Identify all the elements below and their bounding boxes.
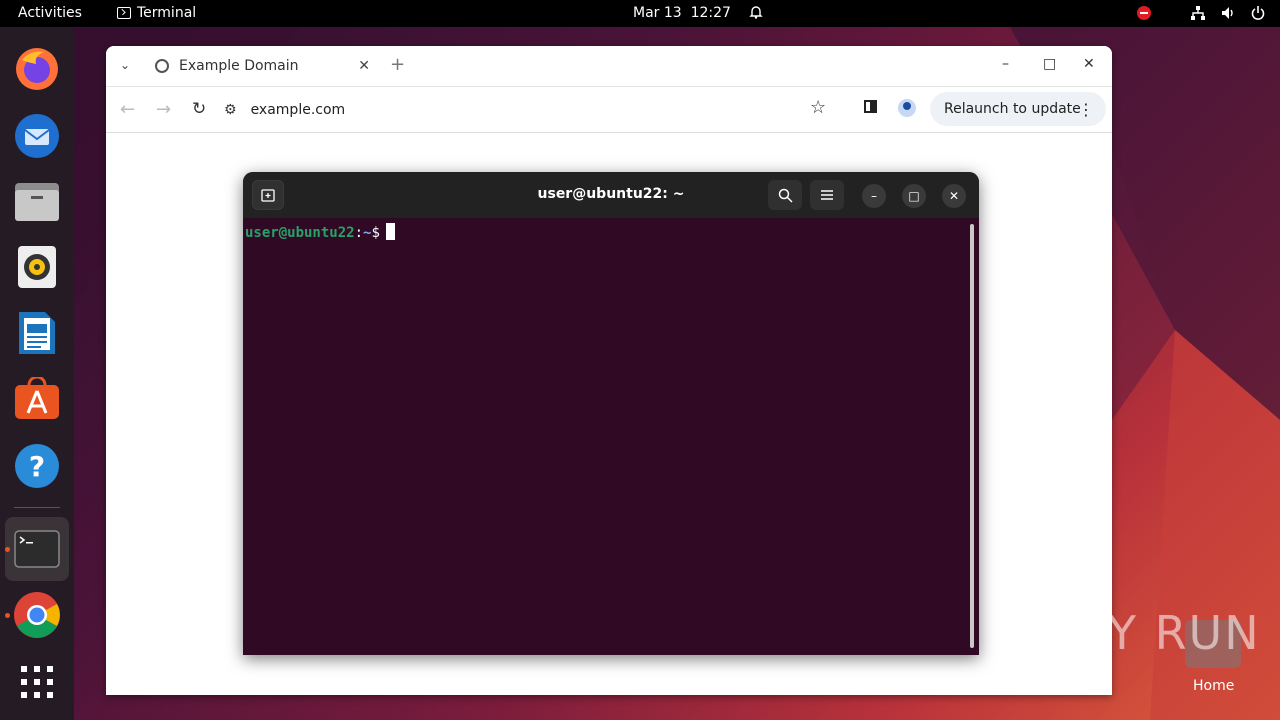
app-menu[interactable]: Terminal [117, 5, 196, 21]
relaunch-button[interactable]: Relaunch to update ⋮ [930, 92, 1106, 126]
text-cursor [385, 223, 395, 240]
dock-item-firefox[interactable] [12, 44, 62, 94]
back-icon[interactable]: ← [120, 99, 135, 120]
clock-time: 12:27 [690, 5, 731, 21]
chrome-icon [14, 592, 60, 638]
hamburger-icon [821, 190, 833, 200]
reload-icon[interactable]: ↻ [192, 99, 206, 119]
dock-item-rhythmbox[interactable] [12, 242, 62, 292]
close-tab-icon[interactable]: ✕ [358, 58, 370, 74]
clock[interactable]: Mar 13 12:27 [633, 5, 764, 21]
rhythmbox-icon [18, 246, 56, 288]
terminal-minimize-button[interactable]: – [862, 184, 886, 208]
terminal-icon [14, 530, 60, 568]
tab-example-domain[interactable]: Example Domain ✕ [146, 46, 378, 86]
bookmark-star-icon[interactable]: ☆ [810, 97, 826, 118]
home-folder-label[interactable]: Home [1193, 678, 1234, 694]
tab-search-icon[interactable]: ⌄ [120, 58, 130, 72]
forward-icon[interactable]: → [156, 99, 171, 120]
shell-prompt: user@ubuntu22:~$ [245, 223, 395, 241]
running-indicator [5, 547, 10, 552]
terminal-maximize-button[interactable]: □ [902, 184, 926, 208]
thunderbird-icon [15, 114, 59, 158]
globe-icon [155, 59, 169, 73]
network-icon [1191, 6, 1205, 20]
power-icon [1251, 6, 1265, 20]
terminal-icon [117, 7, 131, 19]
kebab-menu-icon[interactable]: ⋮ [1078, 100, 1094, 119]
minimize-button[interactable]: – [1002, 56, 1009, 72]
url-text: example.com [250, 102, 346, 118]
prompt-sign: $ [371, 225, 380, 241]
dock-item-help[interactable]: ? [12, 441, 62, 491]
address-bar[interactable]: ⚙ example.com [218, 94, 838, 126]
terminal-body[interactable]: user@ubuntu22:~$ [243, 218, 979, 655]
do-not-disturb-icon [1137, 6, 1151, 20]
files-icon [15, 183, 59, 221]
dock-separator [14, 507, 60, 508]
top-bar: Activities Terminal Mar 13 12:27 [0, 0, 1280, 27]
volume-icon [1222, 7, 1233, 19]
maximize-button[interactable]: □ [1043, 56, 1056, 72]
system-tray[interactable] [1136, 5, 1266, 21]
clock-date: Mar 13 [633, 5, 682, 21]
site-settings-icon[interactable]: ⚙ [224, 102, 237, 118]
terminal-close-button[interactable]: ✕ [942, 184, 966, 208]
tab-strip: ⌄ Example Domain ✕ + – □ ✕ [106, 46, 1112, 87]
prompt-user: user@ubuntu22 [245, 225, 355, 241]
app-center-icon [15, 377, 59, 419]
show-apps-button[interactable] [12, 657, 62, 707]
toolbar: ← → ↻ ⚙ example.com ☆ Relaunch to update… [106, 87, 1112, 133]
dock: ? [0, 27, 74, 720]
dock-item-thunderbird[interactable] [12, 111, 62, 161]
prompt-colon: : [354, 225, 364, 241]
side-panel-icon[interactable] [864, 100, 877, 113]
svg-text:?: ? [29, 450, 45, 483]
app-menu-label: Terminal [137, 5, 197, 21]
terminal-headerbar: user@ubuntu22: ~ – □ ✕ [243, 172, 979, 218]
activities-button[interactable]: Activities [18, 5, 82, 21]
firefox-icon [16, 48, 58, 90]
new-tab-button[interactable]: + [390, 54, 405, 75]
close-button[interactable]: ✕ [1083, 56, 1095, 72]
terminal-window: user@ubuntu22: ~ – □ ✕ user@ubuntu22:~$ [243, 172, 979, 655]
profile-avatar-icon[interactable] [898, 99, 916, 117]
running-indicator [5, 613, 10, 618]
dock-item-app-center[interactable] [12, 374, 62, 424]
dock-item-terminal[interactable] [5, 517, 69, 581]
bell-icon [749, 6, 764, 19]
menu-button[interactable] [810, 180, 844, 210]
search-button[interactable] [768, 180, 802, 210]
libreoffice-writer-icon [19, 312, 55, 354]
dock-item-chrome[interactable] [12, 590, 62, 640]
dock-item-files[interactable] [12, 177, 62, 227]
watermark: ANY RUN [1038, 606, 1261, 660]
tab-title: Example Domain [179, 58, 299, 74]
help-icon: ? [15, 444, 59, 488]
dock-item-writer[interactable] [12, 308, 62, 358]
search-icon [778, 188, 793, 203]
scrollbar[interactable] [970, 224, 974, 648]
relaunch-label: Relaunch to update [944, 101, 1081, 117]
show-apps-icon [21, 666, 53, 698]
